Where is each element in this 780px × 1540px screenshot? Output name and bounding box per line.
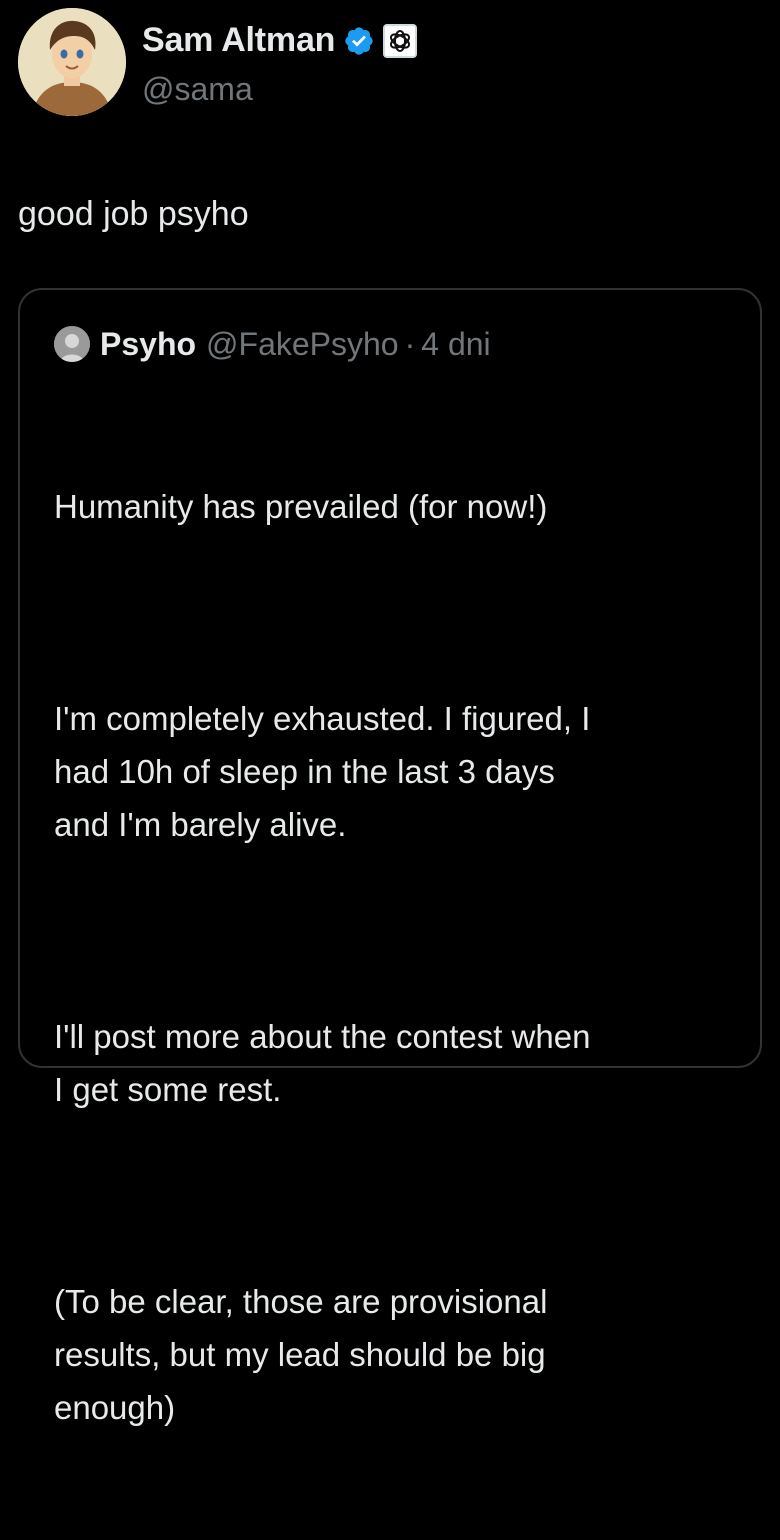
quoted-tweet-header: Psyho @FakePsyho · 4 dni xyxy=(54,318,491,370)
quoted-tweet-body: Humanity has prevailed (for now!) I'm co… xyxy=(54,374,744,1540)
quoted-author-display-name[interactable]: Psyho xyxy=(100,326,196,363)
quoted-tweet-paragraph: I'll post more about the contest when I … xyxy=(54,1018,591,1108)
quoted-tweet-paragraph: I'm completely exhausted. I figured, I h… xyxy=(54,700,591,843)
quoted-author-avatar[interactable] xyxy=(54,326,90,362)
author-names: Sam Altman @sama xyxy=(142,8,418,116)
author-handle[interactable]: @sama xyxy=(142,71,417,108)
quoted-tweet-timestamp[interactable]: 4 dni xyxy=(421,326,490,363)
quoted-tweet-paragraph: Humanity has prevailed (for now!) xyxy=(54,488,548,525)
quoted-tweet-paragraph: (To be clear, those are provisional resu… xyxy=(54,1283,548,1426)
openai-logo-icon[interactable] xyxy=(383,23,418,58)
separator-dot: · xyxy=(404,325,416,362)
name-row: Sam Altman xyxy=(142,17,418,65)
quoted-author-handle[interactable]: @FakePsyho xyxy=(206,326,399,363)
tweet-text: good job psyho xyxy=(18,195,249,233)
avatar-illustration xyxy=(18,8,126,116)
author-avatar[interactable] xyxy=(18,8,126,116)
verified-badge-icon[interactable] xyxy=(343,25,375,57)
author-display-name[interactable]: Sam Altman xyxy=(142,21,335,60)
quoted-tweet-card[interactable]: Psyho @FakePsyho · 4 dni Humanity has pr… xyxy=(18,288,762,1426)
tweet-header: Sam Altman @sama xyxy=(18,8,418,116)
